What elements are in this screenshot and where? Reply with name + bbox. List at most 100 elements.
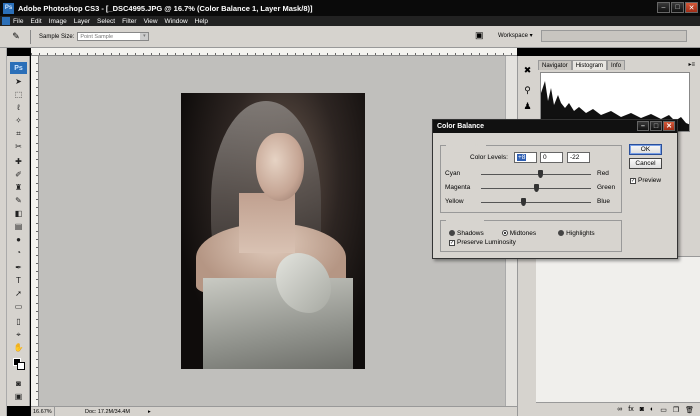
minimize-button[interactable]: – — [657, 2, 670, 13]
window-title: Adobe Photoshop CS3 - [_DSC4995.JPG @ 16… — [18, 3, 313, 13]
eyedropper-tool-icon[interactable]: ⌖ — [12, 329, 25, 340]
radio-midtones[interactable] — [501, 230, 508, 236]
dialog-title: Color Balance — [437, 123, 485, 130]
link-icon[interactable]: ∞ — [617, 406, 622, 413]
dialog-close-button[interactable]: ✕ — [663, 121, 675, 131]
slice-tool-icon[interactable]: ✂ — [12, 141, 25, 152]
tab-histogram[interactable]: Histogram — [571, 60, 608, 70]
sample-size-select[interactable]: Point Sample ▾ — [77, 32, 150, 41]
color-balance-dialog: Color Balance – □ ✕ Color Balance Color … — [432, 119, 678, 259]
tool-presets-icon[interactable]: ✖ — [521, 64, 534, 77]
preview-label: Preview — [638, 177, 662, 184]
horizontal-ruler — [31, 48, 517, 56]
hand-tool-icon[interactable]: ✋ — [12, 342, 25, 353]
gradient-tool-icon[interactable]: ▤ — [12, 221, 25, 232]
background-color-swatch[interactable] — [17, 362, 25, 370]
workspace-icon[interactable]: ▣ — [475, 30, 489, 42]
blur-tool-icon[interactable]: ● — [12, 234, 25, 245]
status-bar: 16.67% Doc: 17.2M/34.4M ▸ — [31, 406, 517, 416]
close-button[interactable]: ✕ — [685, 2, 698, 13]
slider-thumb[interactable] — [533, 184, 539, 192]
move-tool-icon[interactable]: ➤ — [12, 76, 25, 87]
pen-tool-icon[interactable]: ✒ — [12, 262, 25, 273]
crop-tool-icon[interactable]: ⌗ — [12, 128, 25, 139]
group-label: Color Balance — [446, 142, 486, 148]
eraser-tool-icon[interactable]: ◧ — [12, 208, 25, 219]
level-cyan-red-input[interactable]: +8 — [514, 152, 537, 163]
vertical-ruler — [31, 56, 39, 406]
menu-view[interactable]: View — [144, 18, 158, 25]
toolbox: Ps ➤ ⬚ ℓ ✧ ⌗ ✂ ✚ ✐ ♜ ✎ ◧ ▤ ● ◔ ✒ T ➚ ▭ ▯… — [7, 56, 30, 406]
menu-edit[interactable]: Edit — [30, 18, 41, 25]
dialog-minimize-button[interactable]: – — [637, 121, 649, 131]
healing-brush-icon[interactable]: ✚ — [12, 156, 25, 167]
preview-checkbox[interactable]: ✓ — [630, 177, 636, 184]
ok-button[interactable]: OK — [629, 144, 662, 155]
menu-file[interactable]: File — [13, 18, 23, 25]
radio-highlights[interactable] — [558, 230, 565, 236]
magic-wand-tool-icon[interactable]: ✧ — [12, 115, 25, 126]
path-selection-icon[interactable]: ➚ — [12, 288, 25, 299]
sample-size-value: Point Sample — [80, 33, 114, 40]
dialog-maximize-button[interactable]: □ — [650, 121, 662, 131]
trash-icon[interactable]: 🗑 — [685, 406, 694, 414]
panel-menu-icon[interactable]: ▸≡ — [688, 61, 695, 68]
slider-thumb[interactable] — [537, 170, 543, 178]
menu-select[interactable]: Select — [97, 18, 115, 25]
menu-bar: File Edit Image Layer Select Filter View… — [0, 16, 700, 26]
dodge-tool-icon[interactable]: ◔ — [12, 247, 25, 258]
document-icon[interactable] — [2, 17, 10, 25]
menu-filter[interactable]: Filter — [122, 18, 136, 25]
fx-icon[interactable]: fx — [628, 406, 633, 413]
menu-layer[interactable]: Layer — [74, 18, 90, 25]
tab-info[interactable]: Info — [607, 60, 626, 70]
slider-left-label: Cyan — [445, 170, 461, 177]
level-magenta-green-input[interactable]: 0 — [540, 152, 563, 163]
cancel-button[interactable]: Cancel — [629, 158, 662, 169]
status-menu-arrow-icon[interactable]: ▸ — [148, 409, 151, 415]
slider-right-label: Blue — [597, 198, 611, 205]
marquee-tool-icon[interactable]: ⬚ — [12, 89, 25, 100]
dialog-title-bar: Color Balance – □ ✕ — [433, 120, 677, 133]
stamp-tool-icon[interactable]: ♜ — [12, 182, 25, 193]
slider-thumb[interactable] — [521, 198, 527, 206]
radio-label: Highlights — [566, 229, 595, 237]
tone-radio-group: Shadows Midtones Highlights — [449, 228, 619, 238]
quick-mask-icon[interactable]: ◙ — [12, 378, 25, 389]
lasso-tool-icon[interactable]: ℓ — [12, 102, 25, 113]
magenta-green-slider: Magenta Green — [445, 183, 623, 193]
color-levels-label: Color Levels: — [470, 154, 508, 161]
adjustment-icon[interactable]: ◐ — [650, 406, 654, 413]
workspace-menu[interactable]: Workspace ▾ — [498, 32, 533, 39]
folder-icon[interactable]: ▭ — [660, 406, 667, 414]
sample-size-label: Sample Size: — [39, 33, 75, 40]
yellow-blue-slider: Yellow Blue — [445, 197, 623, 207]
notes-tool-icon[interactable]: ▯ — [12, 316, 25, 327]
brushes-icon[interactable]: ⚲ — [521, 84, 534, 97]
type-tool-icon[interactable]: T — [12, 275, 25, 286]
menu-help[interactable]: Help — [195, 18, 208, 25]
history-brush-icon[interactable]: ✎ — [12, 195, 25, 206]
photoshop-logo-icon: Ps — [10, 62, 27, 74]
clone-source-icon[interactable]: ♟ — [521, 100, 534, 113]
new-layer-icon[interactable]: ❐ — [673, 406, 679, 414]
slider-right-label: Red — [597, 170, 609, 177]
maximize-button[interactable]: □ — [671, 2, 684, 13]
zoom-level[interactable]: 16.67% — [31, 407, 55, 416]
menu-window[interactable]: Window — [165, 18, 188, 25]
screen-mode-icon[interactable]: ▣ — [12, 391, 25, 402]
shape-tool-icon[interactable]: ▭ — [12, 301, 25, 312]
mask-icon[interactable]: ◙ — [640, 406, 644, 413]
level-yellow-blue-input[interactable]: -22 — [567, 152, 590, 163]
tab-navigator[interactable]: Navigator — [538, 60, 572, 70]
radio-shadows[interactable] — [449, 230, 455, 236]
cyan-red-slider: Cyan Red — [445, 169, 623, 179]
document-image[interactable] — [181, 93, 365, 369]
preserve-luminosity-checkbox[interactable]: ✓ — [449, 239, 455, 246]
menu-image[interactable]: Image — [49, 18, 67, 25]
checkbox-label: Preserve Luminosity — [457, 239, 516, 246]
brush-tool-icon[interactable]: ✐ — [12, 169, 25, 180]
eyedropper-icon[interactable]: ✎ — [8, 30, 24, 44]
preserve-luminosity-row: ✓ Preserve Luminosity — [449, 239, 516, 246]
title-bar: Ps Adobe Photoshop CS3 - [_DSC4995.JPG @… — [0, 0, 700, 16]
